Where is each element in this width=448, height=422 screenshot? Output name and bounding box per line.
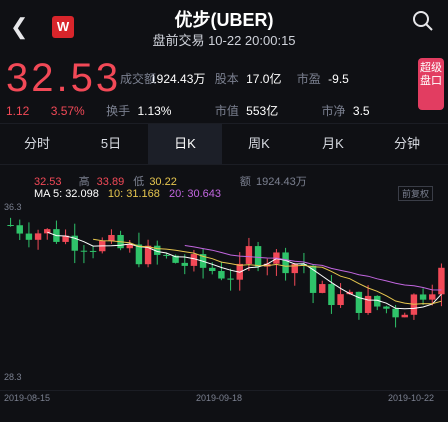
candle-body	[419, 294, 427, 300]
candle-body	[383, 306, 390, 309]
pe-value: -9.5	[328, 72, 349, 86]
candle-body	[355, 291, 363, 313]
candle-body	[163, 254, 170, 256]
candle-body	[364, 295, 372, 313]
quote-row-2: 1.12 3.57% 换手 1.13% 市值 553亿 市净 3.5	[6, 102, 406, 119]
price-change-pct: 3.57%	[50, 104, 85, 118]
candle-body	[7, 225, 14, 226]
adjust-badge[interactable]: 前复权	[398, 186, 434, 201]
float-value: 1.13%	[137, 104, 172, 118]
market-cap-label: 市值	[214, 104, 239, 118]
candle-body	[209, 267, 216, 272]
quote-row-1: 1924.43万 股本 17.0亿 市盈 -9.5	[150, 70, 410, 87]
candle-body	[254, 246, 262, 267]
kline-high: 33.89	[96, 176, 125, 188]
turnover-label: 成交额	[120, 72, 157, 86]
candle-body	[337, 294, 344, 306]
date-end: 2019-10-22	[388, 393, 435, 403]
y-axis-bottom: 28.3	[4, 372, 22, 382]
candle-body	[190, 254, 198, 266]
kline-low: 30.22	[149, 176, 177, 188]
last-price: 32.53	[6, 56, 122, 100]
tab-monthly-k[interactable]: 月K	[296, 124, 370, 164]
candle-body	[25, 233, 33, 240]
candle-body	[282, 252, 289, 274]
candle-body	[181, 262, 188, 266]
pe-label: 市盈	[296, 72, 321, 86]
search-icon[interactable]	[412, 10, 434, 32]
candle-body	[401, 314, 408, 318]
candle-body	[392, 308, 399, 318]
candle-body	[89, 250, 97, 252]
candle-body	[135, 244, 143, 265]
stock-title: 优步(UBER)	[174, 10, 274, 30]
ma-legend: MA 5: 32.098 10: 31.168 20: 30.643	[34, 188, 434, 200]
kline-amount-label: 额	[239, 176, 251, 188]
ma20-value: 30.643	[187, 188, 221, 200]
date-axis: 2019-08-15 2019-09-18 2019-10-22	[0, 390, 448, 422]
y-axis-top: 36.3	[4, 202, 22, 212]
ma10-label: 10:	[107, 188, 124, 200]
ma20-label: 20:	[168, 188, 185, 200]
price-change: 1.12	[6, 104, 30, 118]
ma10-value: 31.168	[126, 188, 160, 200]
candle-body	[319, 284, 326, 293]
kline-open: 32.53	[34, 176, 62, 188]
kline-low-label: 低	[133, 176, 145, 188]
candle-body	[245, 246, 253, 264]
candle-body	[328, 284, 335, 306]
ma5-label: MA 5:	[34, 188, 63, 200]
ma5-value: 32.098	[65, 188, 99, 200]
candle-body	[218, 271, 225, 279]
pb-value: 3.5	[352, 104, 370, 118]
trading-status: 盘前交易 10-22 20:00:15	[152, 33, 296, 48]
chart-tabs: 分时 5日 日K 周K 月K 分钟	[0, 123, 448, 165]
tab-intraday[interactable]: 分时	[0, 124, 74, 164]
super-orderbook-badge[interactable]: 超级 盘口	[418, 58, 444, 110]
date-mid: 2019-09-18	[196, 393, 243, 403]
volume-value: 17.0亿	[246, 72, 282, 86]
kline-info: 32.53 高 33.89 低 30.22 额 1924.43万	[34, 173, 448, 189]
volume-label: 股本	[214, 72, 239, 86]
candle-body	[227, 278, 234, 280]
candle-body	[429, 294, 436, 300]
kline-amount: 1924.43万	[255, 176, 307, 188]
candle-body	[16, 225, 23, 234]
date-start: 2019-08-15	[4, 393, 51, 403]
float-label: 换手	[106, 104, 131, 118]
tab-daily-k[interactable]: 日K	[148, 124, 222, 164]
candlestick-chart[interactable]	[0, 200, 448, 390]
pb-label: 市净	[321, 104, 346, 118]
kline-high-label: 高	[78, 176, 90, 188]
candle-body	[108, 234, 115, 241]
market-cap-value: 553亿	[246, 104, 279, 118]
tab-5day[interactable]: 5日	[74, 124, 148, 164]
candle-body	[80, 250, 88, 252]
turnover-value: 1924.43万	[150, 72, 206, 86]
candle-body	[34, 233, 42, 240]
tab-weekly-k[interactable]: 周K	[222, 124, 296, 164]
moving-average-line	[47, 231, 442, 310]
tab-minute[interactable]: 分钟	[370, 124, 444, 164]
